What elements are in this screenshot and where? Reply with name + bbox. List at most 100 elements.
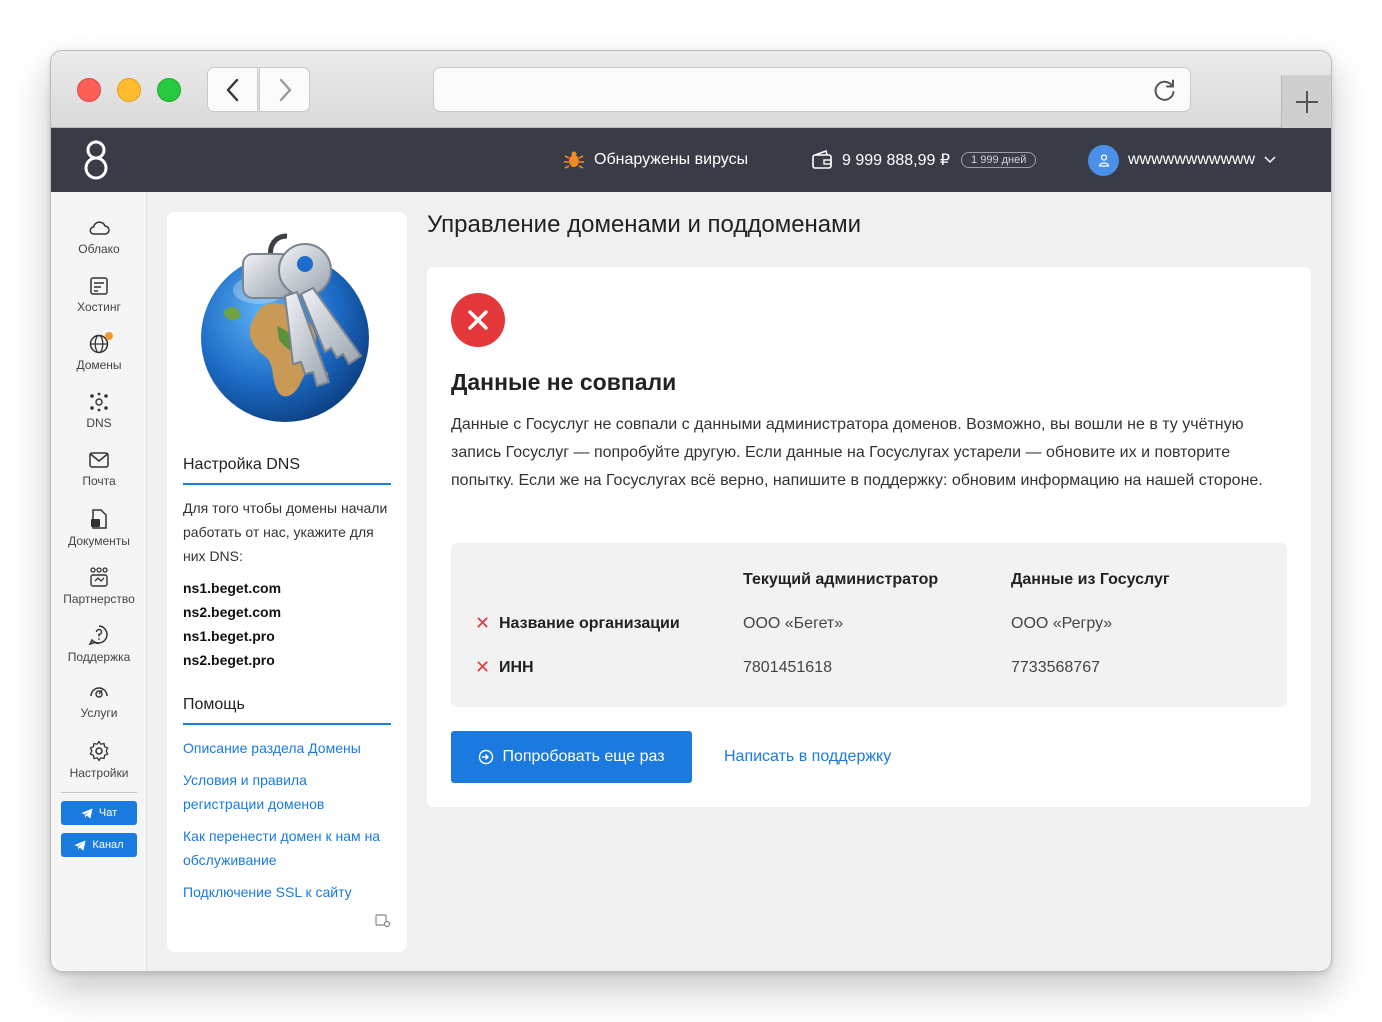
gear-icon: [89, 740, 109, 762]
sidebar-item-hosting[interactable]: Хостинг: [51, 276, 147, 334]
chat-label: Чат: [98, 807, 118, 819]
panel-settings-icon[interactable]: [375, 914, 391, 928]
page-title: Управление доменами и поддоменами: [427, 211, 862, 238]
dns-settings-title: Настройка DNS: [183, 456, 391, 485]
wallet-icon: [812, 149, 832, 169]
virus-alert[interactable]: Обнаружены вирусы: [563, 128, 748, 192]
retry-button[interactable]: Попробовать еще раз: [451, 731, 692, 783]
documents-icon: [91, 509, 107, 529]
hosting-icon: [90, 277, 108, 295]
bug-icon: [564, 151, 584, 169]
error-status-badge: [451, 293, 505, 347]
telegram-icon: [74, 840, 86, 850]
nameserver-3: ns1.beget.pro: [183, 628, 275, 644]
plus-icon: [1295, 90, 1318, 113]
column-header-gosuslugi: Данные из Госуслуг: [1011, 571, 1170, 588]
mail-icon: [89, 452, 109, 468]
mismatch-icon: ✕: [475, 613, 491, 633]
gosuslugi-org-name: ООО «Регру»: [1011, 615, 1113, 632]
beget-logo-icon[interactable]: [83, 138, 109, 182]
notification-dot: [105, 332, 113, 340]
sidebar-item-label: DNS: [86, 416, 112, 430]
partnership-icon: [90, 567, 108, 587]
dns-icon: [90, 392, 108, 412]
sidebar-item-domains[interactable]: Домены: [51, 332, 147, 392]
help-link-transfer-domain[interactable]: Как перенести домен к нам на обслуживани…: [183, 824, 393, 872]
sidebar-item-cloud[interactable]: Облако: [51, 218, 147, 276]
forward-button[interactable]: [259, 67, 310, 112]
current-inn: 7801451618: [743, 659, 832, 676]
user-icon: [1098, 154, 1109, 167]
nameserver-4: ns2.beget.pro: [183, 652, 275, 668]
avatar: [1088, 144, 1119, 176]
help-link-ssl[interactable]: Подключение SSL к сайту: [183, 880, 393, 904]
contact-support-link[interactable]: Написать в поддержку: [724, 731, 891, 783]
sidebar-item-label: Домены: [76, 358, 122, 372]
support-icon: [88, 625, 108, 646]
user-menu[interactable]: wwwwwwwwwww: [1088, 128, 1276, 192]
sidebar-nav: Облако Хостинг Домены DNS Почта Документ…: [51, 192, 147, 971]
sidebar-item-settings[interactable]: Настройки: [51, 740, 147, 798]
browser-window: Обнаружены вирусы 9 999 888,99 ₽ 1 999 д…: [50, 50, 1332, 972]
gosuslugi-inn: 7733568767: [1011, 659, 1100, 676]
login-icon: [479, 749, 494, 765]
help-title: Помощь: [183, 696, 391, 725]
cloud-icon: [89, 221, 110, 235]
maximize-window-button[interactable]: [157, 78, 181, 102]
current-org-name: ООО «Бегет»: [743, 615, 844, 632]
telegram-channel-button[interactable]: Канал: [61, 833, 137, 857]
sidebar-item-mail[interactable]: Почта: [51, 450, 147, 508]
sidebar-item-label: Хостинг: [77, 300, 121, 314]
app-header: Обнаружены вирусы 9 999 888,99 ₽ 1 999 д…: [51, 128, 1331, 192]
sidebar-item-label: Настройки: [69, 766, 129, 780]
days-remaining-badge: 1 999 дней: [961, 152, 1037, 168]
telegram-chat-button[interactable]: Чат: [61, 801, 137, 825]
close-icon: [468, 310, 488, 330]
row-label-inn: ИНН: [499, 659, 534, 676]
reload-icon[interactable]: [1152, 77, 1178, 103]
sidebar-item-label: Услуги: [80, 706, 118, 720]
help-link-domains-section[interactable]: Описание раздела Домены: [183, 736, 393, 760]
chevron-down-icon: [1264, 156, 1276, 164]
new-tab-button[interactable]: [1281, 75, 1331, 128]
chevron-left-icon: [226, 78, 238, 101]
services-icon: [90, 687, 108, 698]
mismatch-icon: ✕: [475, 657, 491, 677]
error-title: Данные не совпали: [451, 369, 677, 395]
balance-widget[interactable]: 9 999 888,99 ₽ 1 999 дней: [811, 128, 1037, 192]
dns-settings-text: Для того чтобы домены начали работать от…: [183, 500, 388, 564]
sidebar-item-label: Почта: [82, 474, 116, 488]
sidebar-item-documents[interactable]: Документы: [51, 508, 147, 566]
globe-keys-illustration: [201, 233, 369, 422]
sidebar-item-label: Документы: [68, 534, 130, 548]
chevron-right-icon: [279, 78, 291, 101]
address-bar[interactable]: [433, 67, 1191, 112]
error-card: Данные не совпали Данные с Госуслуг не с…: [427, 267, 1311, 807]
column-header-current: Текущий администратор: [743, 571, 939, 588]
sidebar-item-label: Облако: [78, 242, 120, 256]
sidebar-item-services[interactable]: Услуги: [51, 682, 147, 740]
error-description: Данные с Госуслуг не совпали с данными а…: [451, 416, 1263, 489]
sidebar-divider: [61, 792, 137, 793]
close-window-button[interactable]: [77, 78, 101, 102]
row-label-org-name: Название организации: [499, 615, 680, 632]
back-button[interactable]: [207, 67, 258, 112]
sidebar-item-label: Поддержка: [67, 650, 131, 664]
retry-button-label: Попробовать еще раз: [502, 748, 665, 765]
nameserver-2: ns2.beget.com: [183, 604, 282, 620]
virus-alert-text: Обнаружены вирусы: [594, 151, 749, 168]
comparison-table: Текущий администратор Данные из Госуслуг…: [451, 543, 1287, 707]
sidebar-item-dns[interactable]: DNS: [51, 392, 147, 450]
nameserver-1: ns1.beget.com: [183, 580, 282, 596]
channel-label: Канал: [92, 839, 124, 851]
sidebar-item-partnership[interactable]: Партнерство: [51, 566, 147, 624]
username: wwwwwwwwwww: [1128, 151, 1256, 168]
sidebar-item-support[interactable]: Поддержка: [51, 624, 147, 682]
sidebar-item-label: Партнерство: [63, 592, 135, 606]
telegram-icon: [81, 808, 93, 818]
info-panel: Настройка DNS Для того чтобы домены нача…: [167, 212, 407, 952]
balance-amount: 9 999 888,99 ₽: [842, 152, 951, 169]
minimize-window-button[interactable]: [117, 78, 141, 102]
help-link-registration-rules[interactable]: Условия и правила регистрации доменов: [183, 768, 353, 816]
browser-toolbar: [51, 51, 1331, 128]
